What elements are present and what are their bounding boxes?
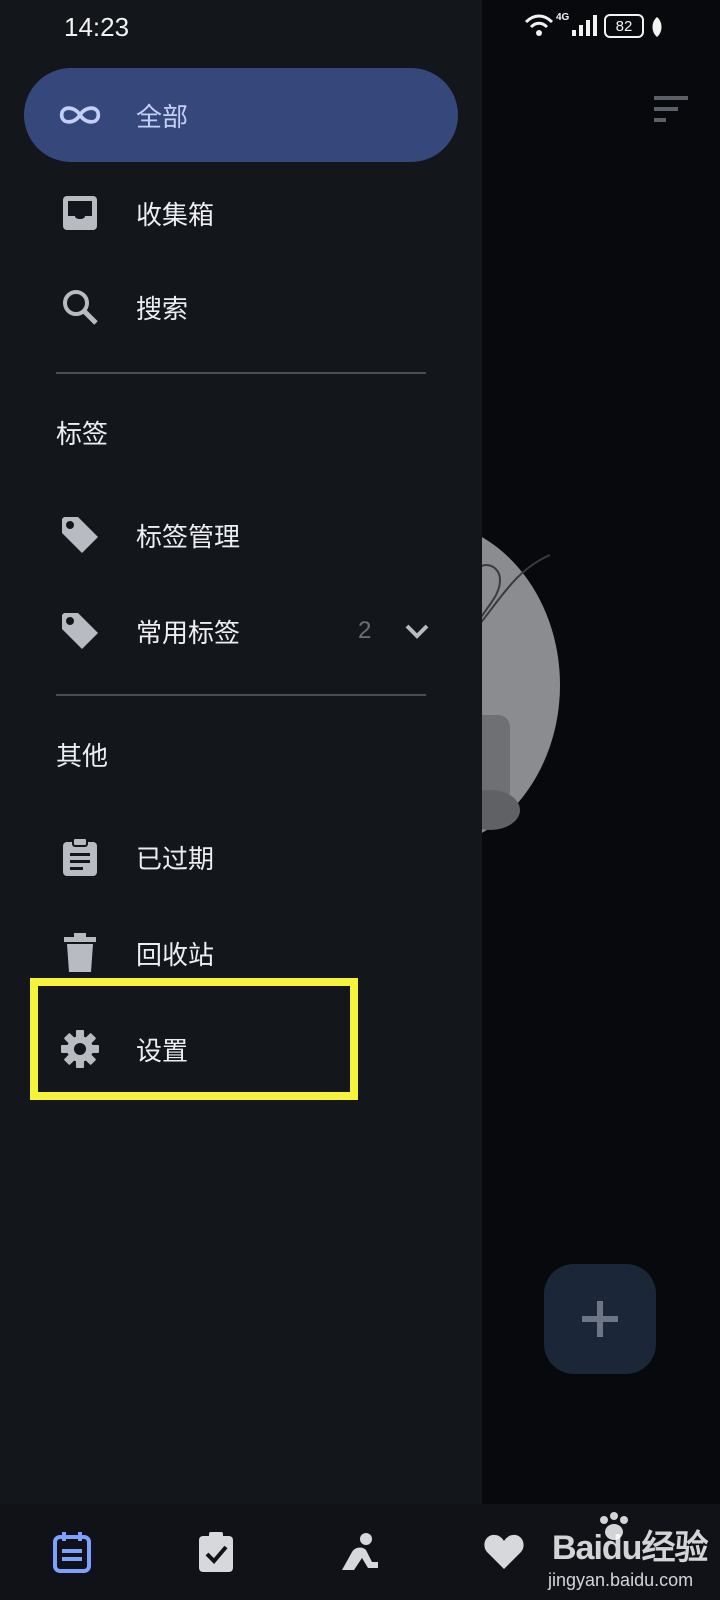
tag-icon bbox=[58, 609, 102, 653]
trash-icon bbox=[58, 931, 102, 975]
bottom-nav-habits[interactable] bbox=[482, 1530, 526, 1574]
status-icons: 4G 82 bbox=[522, 10, 712, 44]
drawer-item-expired[interactable]: 已过期 bbox=[24, 810, 458, 904]
network-type: 4G bbox=[556, 12, 570, 23]
drawer-item-label: 搜索 bbox=[136, 294, 189, 325]
tags-section-title: 标签 bbox=[56, 420, 109, 450]
bottom-nav-focus[interactable] bbox=[338, 1530, 382, 1574]
clipboard-icon bbox=[58, 835, 102, 879]
chevron-down-icon[interactable] bbox=[402, 616, 432, 646]
watermark-url: jingyan.baidu.com bbox=[548, 1570, 694, 1590]
drawer-item-search[interactable]: 搜索 bbox=[24, 260, 458, 354]
signal-icon bbox=[572, 15, 597, 36]
battery-indicator: 82 bbox=[604, 14, 644, 38]
drawer-item-label: 收集箱 bbox=[136, 200, 215, 231]
drawer-item-label: 常用标签 bbox=[136, 618, 241, 649]
drawer-item-label: 全部 bbox=[136, 102, 189, 133]
checklist-icon bbox=[199, 1532, 233, 1572]
meditation-icon bbox=[342, 1533, 378, 1570]
baidu-watermark: Baidu经验 jingyan.baidu.com bbox=[548, 1512, 718, 1596]
divider bbox=[56, 372, 426, 374]
plus-icon bbox=[582, 1301, 618, 1337]
search-icon bbox=[58, 285, 102, 329]
drawer-item-label: 回收站 bbox=[136, 940, 215, 971]
divider bbox=[56, 694, 426, 696]
infinity-icon bbox=[58, 93, 102, 137]
drawer-item-tag-management[interactable]: 标签管理 bbox=[24, 488, 458, 582]
watermark-brand: Baidu经验 bbox=[552, 1529, 708, 1567]
settings-highlight-box bbox=[30, 978, 358, 1100]
drawer-item-all[interactable]: 全部 bbox=[24, 68, 458, 162]
bottom-nav-tasks[interactable] bbox=[194, 1530, 238, 1574]
drawer-item-label: 标签管理 bbox=[136, 522, 241, 553]
sort-icon[interactable] bbox=[652, 94, 690, 124]
heart-icon bbox=[484, 1534, 524, 1569]
wifi-icon bbox=[524, 14, 554, 36]
drawer-item-common-tags[interactable]: 常用标签 2 bbox=[24, 584, 458, 678]
leaf-icon bbox=[652, 17, 662, 37]
inbox-icon bbox=[58, 191, 102, 235]
tag-count: 2 bbox=[358, 617, 372, 644]
bottom-nav-notes[interactable] bbox=[50, 1530, 94, 1574]
navigation-drawer: 14:23 全部 收集箱 搜索 标签 标签管理 常用标签 2 其他 已过期 回收… bbox=[0, 0, 482, 1504]
drawer-item-inbox[interactable]: 收集箱 bbox=[24, 166, 458, 260]
add-fab-button[interactable] bbox=[544, 1264, 656, 1374]
other-section-title: 其他 bbox=[56, 742, 109, 772]
calendar-icon bbox=[53, 1532, 91, 1573]
status-time: 14:23 bbox=[64, 12, 130, 42]
drawer-item-label: 已过期 bbox=[136, 844, 215, 875]
tag-icon bbox=[58, 513, 102, 557]
